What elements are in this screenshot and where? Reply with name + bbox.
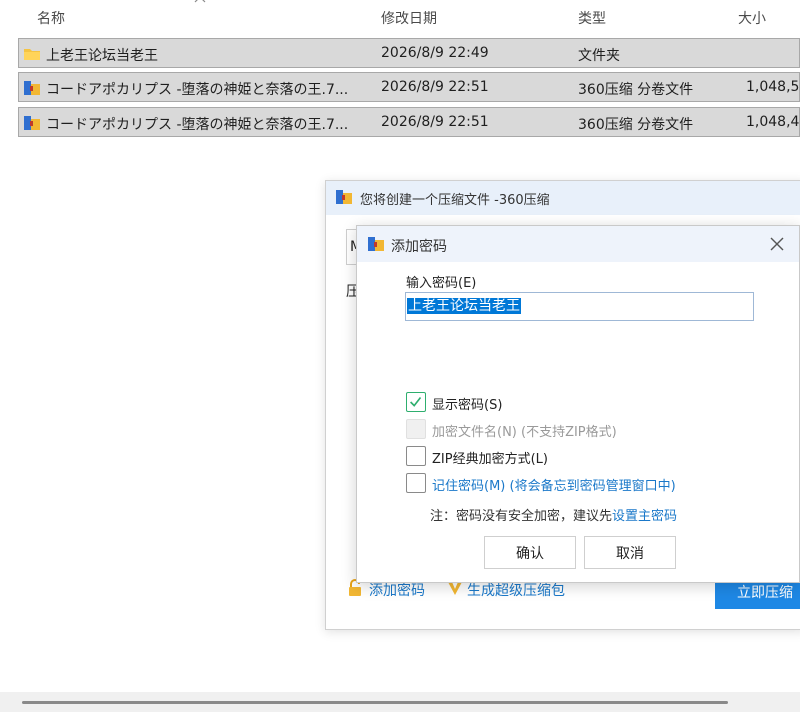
app-logo-icon <box>368 237 384 251</box>
column-header-type[interactable]: 类型 <box>578 8 606 28</box>
file-size: 1,048,57 <box>746 79 800 95</box>
show-password-label: 显示密码(S) <box>432 398 503 413</box>
column-header-name[interactable]: 名称 <box>37 8 65 28</box>
close-icon[interactable] <box>767 234 787 254</box>
add-password-title: 添加密码 <box>391 239 447 255</box>
cancel-button[interactable]: 取消 <box>584 536 676 569</box>
file-row-archive-2[interactable]: コードアポカリプス -堕落の神姫と奈落の王.7... 2026/8/9 22:5… <box>18 107 800 137</box>
folder-icon <box>24 49 40 60</box>
add-password-titlebar[interactable]: 添加密码 <box>357 226 799 262</box>
file-name: コードアポカリプス -堕落の神姫と奈落の王.7... <box>46 117 349 133</box>
file-type: 文件夹 <box>578 48 620 64</box>
compress-dialog-title: 您将创建一个压缩文件 -360压缩 <box>360 193 550 208</box>
file-row-archive-1[interactable]: コードアポカリプス -堕落の神姫と奈落の王.7... 2026/8/9 22:5… <box>18 72 800 102</box>
file-name: コードアポカリプス -堕落の神姫と奈落の王.7... <box>46 82 349 98</box>
zip-classic-label: ZIP经典加密方式(L) <box>432 452 548 467</box>
column-header-modified[interactable]: 修改日期 <box>381 8 437 28</box>
zip-classic-checkbox[interactable] <box>406 446 426 466</box>
remember-password-label: 记住密码(M) (将会备忘到密码管理窗口中) <box>432 479 676 494</box>
file-list-header: 名称 修改日期 类型 大小 <box>0 0 800 36</box>
archive-icon <box>24 81 40 95</box>
super-package-link[interactable]: 生成超级压缩包 <box>467 580 565 600</box>
horizontal-scrollbar-thumb[interactable] <box>22 701 728 704</box>
remember-password-checkbox[interactable] <box>406 473 426 493</box>
add-password-dialog: 添加密码 输入密码(E) 上老王论坛当老王 显示密码(S) 加密文件名(N) (… <box>356 225 800 583</box>
file-modified: 2026/8/9 22:49 <box>381 45 489 61</box>
column-header-size[interactable]: 大小 <box>738 8 766 28</box>
file-modified: 2026/8/9 22:51 <box>381 114 489 130</box>
file-name: 上老王论坛当老王 <box>46 48 158 64</box>
file-row-folder[interactable]: 上老王论坛当老王 2026/8/9 22:49 文件夹 <box>18 38 800 68</box>
app-logo-icon <box>336 190 352 204</box>
file-modified: 2026/8/9 22:51 <box>381 79 489 95</box>
add-password-link[interactable]: 添加密码 <box>369 580 425 600</box>
password-input-label: 输入密码(E) <box>406 276 477 291</box>
file-type: 360压缩 分卷文件 <box>578 82 694 98</box>
confirm-button[interactable]: 确认 <box>484 536 576 569</box>
sort-ascending-icon <box>194 0 206 3</box>
set-master-password-link[interactable]: 设置主密码 <box>612 509 677 524</box>
checkmark-icon <box>410 397 422 407</box>
password-input[interactable]: 上老王论坛当老王 <box>405 292 754 321</box>
encrypt-filenames-checkbox <box>406 419 426 439</box>
security-note-text: 注：密码没有安全加密，建议先 <box>430 509 613 524</box>
file-type: 360压缩 分卷文件 <box>578 117 694 133</box>
encrypt-filenames-label: 加密文件名(N) (不支持ZIP格式) <box>432 425 617 440</box>
show-password-checkbox[interactable] <box>406 392 426 412</box>
compress-dialog-titlebar[interactable]: 您将创建一个压缩文件 -360压缩 <box>326 181 800 215</box>
file-size: 1,048,47 <box>746 114 800 130</box>
security-note: 注：密码没有安全加密，建议先设置主密码 <box>430 505 677 524</box>
password-value: 上老王论坛当老王 <box>407 298 521 314</box>
horizontal-scrollbar[interactable] <box>0 692 800 712</box>
archive-icon <box>24 116 40 130</box>
